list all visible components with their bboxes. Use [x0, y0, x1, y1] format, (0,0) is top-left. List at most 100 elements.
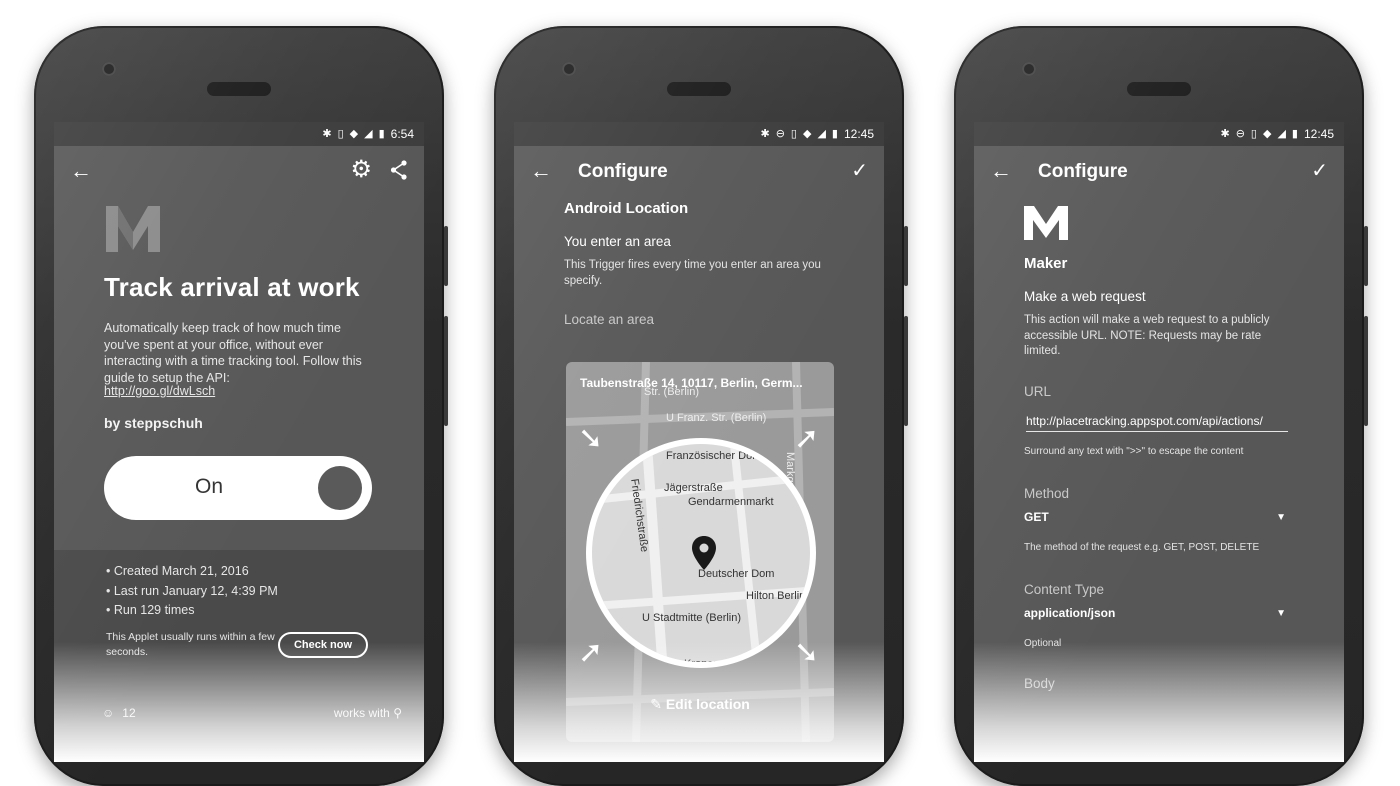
meta-run-count: • Run 129 times [106, 603, 195, 617]
action-description: This action will make a web request to a… [1024, 314, 1270, 357]
service-name: Android Location [564, 200, 689, 217]
battery-icon: ▮ [1291, 127, 1298, 140]
service-name: Maker [1024, 255, 1068, 272]
side-button [904, 226, 908, 286]
arrow-left-icon[interactable]: ← [530, 160, 552, 182]
volume-button [1364, 316, 1368, 426]
check-icon[interactable]: ✓ [851, 160, 868, 182]
maker-logo [1024, 206, 1068, 245]
arrow-up-left-icon: ➘ [794, 636, 820, 669]
status-bar: ✱ ⊖ ▯ ◆ ◢ ▮ 12:45 [514, 122, 884, 146]
applet-meta-list: • Created March 21, 2016 • Last run Janu… [106, 562, 278, 621]
bluetooth-icon: ✱ [1220, 127, 1230, 140]
body-label: Body [1024, 676, 1055, 691]
edit-location-label: Edit location [665, 696, 750, 712]
method-label: Method [1024, 486, 1070, 501]
side-button [444, 226, 448, 286]
signal-icon: ◢ [817, 127, 826, 140]
area-circle: Französischer Dom Jägerstraße Gendarmenm… [586, 438, 816, 668]
map-label-jaegerstrasse: Jägerstraße [664, 482, 723, 494]
signal-icon: ◢ [1277, 127, 1286, 140]
content-type-label: Content Type [1024, 582, 1105, 597]
url-hint: Surround any text with ">>" to escape th… [1024, 446, 1244, 457]
front-camera [1022, 62, 1036, 76]
side-button [1364, 226, 1368, 286]
map-label-franzoesischer-dom: Französischer Dom [666, 450, 762, 462]
applet-description: Automatically keep track of how much tim… [104, 321, 362, 385]
app-bar: ← Configure ✓ [974, 146, 1344, 202]
screen-applet-details: ✱ ▯ ◆ ◢ ▮ 6:54 ← ⚙ Track arrival at work… [54, 122, 424, 762]
earpiece-speaker [207, 82, 271, 96]
phone-1: ✱ ▯ ◆ ◢ ▮ 6:54 ← ⚙ Track arrival at work… [34, 26, 448, 786]
method-value: GET [1024, 510, 1049, 524]
map-label-str-berlin: Str. (Berlin) [644, 386, 700, 398]
screen-configure-action: ✱ ⊖ ▯ ◆ ◢ ▮ 12:45 ← Configure ✓ Maker Ma… [974, 122, 1344, 762]
guide-link[interactable]: http://goo.gl/dwLsch [104, 384, 215, 398]
status-time: 12:45 [843, 127, 874, 141]
map-label-gendarmenmarkt: Gendarmenmarkt [688, 496, 774, 508]
content-type-select[interactable]: application/json ▼ [1024, 604, 1290, 624]
location-map[interactable]: Taubenstraße 14, 10117, Berlin, Germ... … [566, 362, 834, 742]
vibrate-icon: ▯ [337, 127, 344, 140]
status-bar: ✱ ▯ ◆ ◢ ▮ 6:54 [54, 122, 424, 146]
location-pin-icon: ⚲ [393, 706, 402, 720]
page-title: Configure [578, 161, 668, 182]
applet-author: by steppschuh [104, 415, 203, 431]
meta-created: • Created March 21, 2016 [106, 564, 249, 578]
share-icon[interactable] [390, 160, 408, 185]
edit-location-button[interactable]: ✎ Edit location [566, 696, 834, 713]
status-time: 12:45 [1303, 127, 1334, 141]
app-bar: ← ⚙ [54, 146, 424, 202]
battery-icon: ▮ [378, 127, 385, 140]
locate-area-label: Locate an area [564, 312, 655, 327]
screen-configure-trigger: ✱ ⊖ ▯ ◆ ◢ ▮ 12:45 ← Configure ✓ Android … [514, 122, 884, 762]
action-name: Make a web request [1024, 289, 1146, 304]
maker-logo [104, 204, 162, 254]
arrow-up-right-icon: ➚ [578, 636, 604, 669]
vibrate-icon: ▯ [1250, 127, 1257, 140]
phone-2: ✱ ⊖ ▯ ◆ ◢ ▮ 12:45 ← Configure ✓ Android … [494, 26, 908, 786]
gear-icon[interactable]: ⚙ [350, 158, 372, 182]
bottom-fade [974, 642, 1344, 762]
toggle-label: On [194, 475, 223, 498]
check-now-button[interactable]: Check now [278, 632, 368, 658]
do-not-disturb-icon: ⊖ [1235, 127, 1245, 140]
content-type-hint: Optional [1024, 638, 1062, 649]
wifi-icon: ◆ [802, 127, 812, 140]
earpiece-speaker [667, 82, 731, 96]
url-label: URL [1024, 384, 1052, 399]
dropdown-arrow-icon: ▼ [1276, 608, 1286, 619]
arrow-left-icon[interactable]: ← [70, 160, 92, 182]
toggle-knob [318, 466, 362, 510]
vibrate-icon: ▯ [790, 127, 797, 140]
front-camera [102, 62, 116, 76]
map-label-u-stadtmitte: U Stadtmitte (Berlin) [642, 612, 742, 624]
trigger-description: This Trigger fires every time you enter … [564, 259, 821, 287]
bluetooth-icon: ✱ [322, 127, 332, 140]
works-with: works with ⚲ [334, 706, 402, 720]
map-label-franz-str: U Franz. Str. (Berlin) [666, 412, 767, 424]
method-select[interactable]: GET ▼ [1024, 508, 1290, 528]
applet-title: Track arrival at work [104, 272, 360, 302]
arrow-left-icon[interactable]: ← [990, 160, 1012, 182]
volume-button [444, 316, 448, 426]
check-icon[interactable]: ✓ [1311, 160, 1328, 182]
app-bar: ← Configure ✓ [514, 146, 884, 202]
status-time: 6:54 [390, 127, 414, 141]
user-count: ☺ 12 [102, 706, 136, 720]
method-hint: The method of the request e.g. GET, POST… [1024, 542, 1260, 553]
bluetooth-icon: ✱ [760, 127, 770, 140]
arrow-down-left-icon: ➚ [794, 422, 820, 455]
earpiece-speaker [1127, 82, 1191, 96]
status-bar: ✱ ⊖ ▯ ◆ ◢ ▮ 12:45 [974, 122, 1344, 146]
phone-3: ✱ ⊖ ▯ ◆ ◢ ▮ 12:45 ← Configure ✓ Maker Ma… [954, 26, 1368, 786]
meta-last-run: • Last run January 12, 4:39 PM [106, 583, 278, 598]
applet-toggle[interactable]: On [104, 456, 372, 520]
location-pin-icon [692, 536, 716, 575]
url-field[interactable]: http://placetracking.appspot.com/api/act… [1026, 414, 1288, 432]
arrow-down-right-icon: ➘ [578, 422, 604, 455]
run-hint: This Applet usually runs within a few se… [106, 631, 275, 658]
page-title: Configure [1038, 161, 1128, 182]
signal-icon: ◢ [364, 127, 373, 140]
do-not-disturb-icon: ⊖ [775, 127, 785, 140]
